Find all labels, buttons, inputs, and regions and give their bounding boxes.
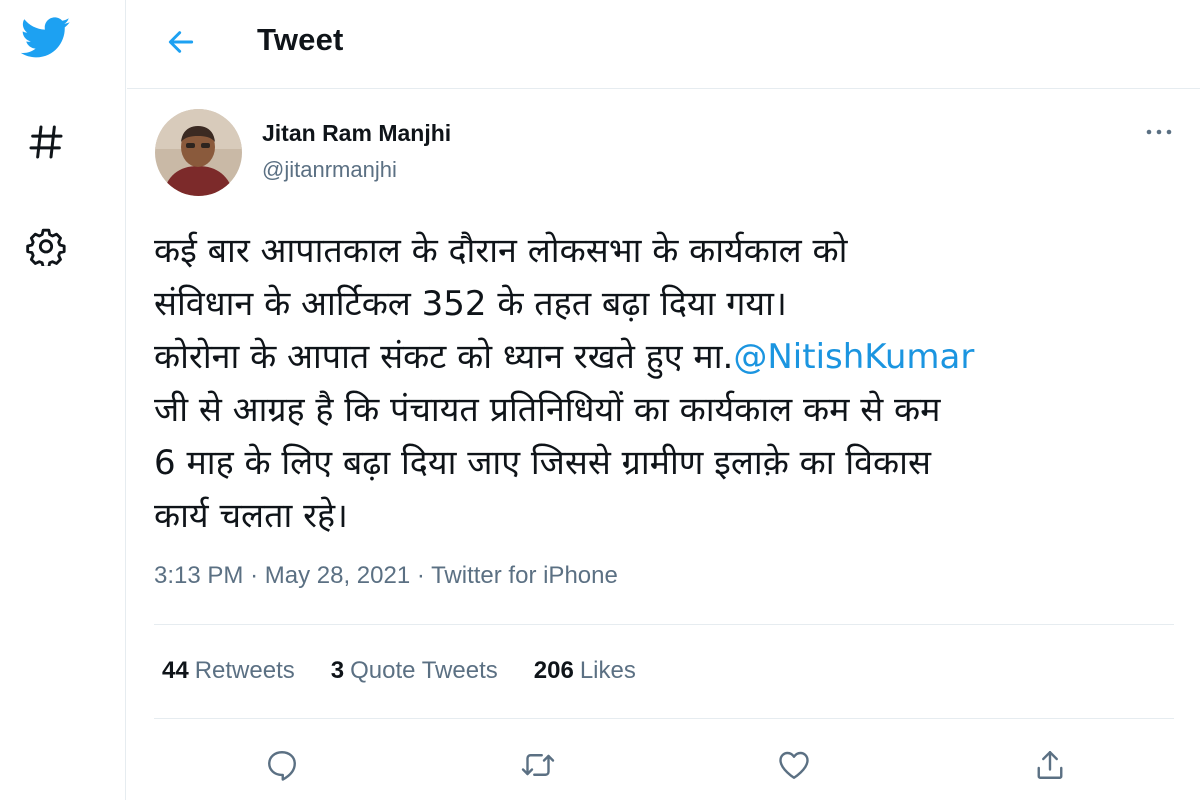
main-column: Tweet Jitan Ram Manjhi @jitanrmanjhi कई … [127, 0, 1200, 800]
tweet-text-line: जी से आग्रह है कि पंचायत प्रतिनिधियों का… [154, 390, 941, 430]
like-button[interactable] [767, 738, 821, 792]
retweets-stat[interactable]: 44 Retweets [162, 657, 295, 685]
tweet-time[interactable]: 3:13 PM [154, 562, 243, 589]
quotes-label: Quote Tweets [350, 657, 498, 684]
mention-link[interactable]: @NitishKumar [733, 337, 974, 377]
retweets-count: 44 [162, 657, 189, 684]
tweet-source[interactable]: Twitter for iPhone [431, 562, 618, 589]
tweet-text-line: कोरोना के आपात संकट को ध्यान रखते हुए मा… [154, 331, 1174, 384]
reply-button[interactable] [255, 738, 309, 792]
page-title: Tweet [257, 22, 344, 57]
tweet-date[interactable]: May 28, 2021 [265, 562, 410, 589]
likes-label: Likes [579, 657, 636, 684]
twitter-bird-icon [21, 17, 71, 58]
tweet-page: Tweet Jitan Ram Manjhi @jitanrmanjhi कई … [0, 0, 1200, 800]
tweet-meta: 3:13 PM · May 28, 2021 · Twitter for iPh… [154, 562, 618, 590]
quote-tweets-stat[interactable]: 3 Quote Tweets [331, 657, 498, 685]
divider [154, 718, 1174, 719]
retweets-label: Retweets [194, 657, 295, 684]
user-avatar [155, 109, 242, 196]
retweet-button[interactable] [511, 738, 565, 792]
more-options-button[interactable] [1137, 114, 1181, 150]
tweet-text-line: 6 माह के लिए बढ़ा दिया जाए जिससे ग्रामीण… [154, 443, 931, 483]
tweet-text: कई बार आपातकाल के दौरान लोकसभा के कार्यक… [154, 225, 1174, 543]
meta-separator: · [416, 562, 425, 589]
meta-separator: · [250, 562, 259, 589]
author-handle[interactable]: @jitanrmanjhi [262, 157, 397, 183]
tweet-actions [127, 738, 1200, 792]
explore-button[interactable] [18, 114, 74, 170]
arrow-left-icon [168, 31, 194, 53]
nav-rail [0, 0, 126, 800]
hashtag-icon [29, 125, 63, 159]
tweet-text-line: संविधान के आर्टिकल 352 के तहत बढ़ा दिया … [154, 284, 787, 324]
settings-button[interactable] [18, 218, 74, 274]
tweet-text-segment: कोरोना के आपात संकट को ध्यान रखते हुए मा… [154, 337, 734, 377]
likes-count: 206 [533, 657, 574, 684]
tweet-stats: 44 Retweets 3 Quote Tweets 206 Likes [162, 657, 636, 685]
reply-icon [268, 751, 296, 781]
share-icon [1037, 751, 1063, 779]
tweet-text-line: कार्य चलता रहे। [154, 496, 348, 536]
heart-icon [779, 751, 809, 779]
page-header: Tweet [127, 0, 1200, 89]
tweet-text-line: कई बार आपातकाल के दौरान लोकसभा के कार्यक… [154, 231, 848, 271]
avatar[interactable] [155, 109, 242, 196]
likes-stat[interactable]: 206 Likes [534, 657, 636, 685]
back-button[interactable] [157, 18, 205, 66]
quotes-count: 3 [330, 657, 345, 684]
more-horizontal-icon [1146, 129, 1172, 135]
retweet-icon [521, 754, 555, 776]
divider [154, 624, 1174, 625]
gear-icon [26, 228, 66, 266]
share-button[interactable] [1023, 738, 1077, 792]
twitter-logo-icon[interactable] [18, 10, 74, 66]
author-name[interactable]: Jitan Ram Manjhi [262, 120, 451, 147]
